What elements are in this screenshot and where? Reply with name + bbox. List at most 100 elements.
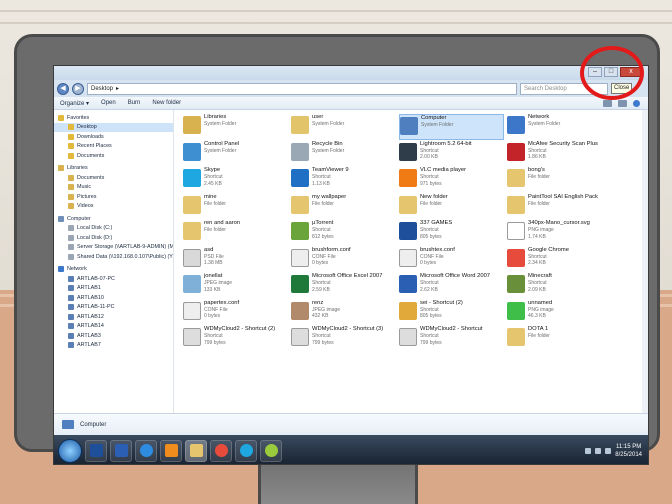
file-item[interactable]: 340px-Mano_cursor.svg PNG image 1.74 KB bbox=[507, 220, 612, 246]
sidebar-item[interactable]: Recent Places bbox=[54, 142, 173, 152]
file-item[interactable]: VLC media player Shortcut 971 bytes bbox=[399, 167, 504, 193]
file-name: WDMyCloud2 - Shortcut bbox=[420, 326, 483, 332]
sidebar-item[interactable]: Local Disk (C:) bbox=[54, 224, 173, 234]
file-item[interactable]: Minecraft Shortcut 2.09 KB bbox=[507, 273, 612, 299]
file-item[interactable]: DOTA 1 File folder bbox=[507, 326, 612, 352]
sidebar-item[interactable]: ARTLAB10 bbox=[54, 293, 173, 303]
file-name: Recycle Bin bbox=[312, 140, 343, 147]
taskbar-button[interactable] bbox=[85, 439, 107, 462]
file-item[interactable]: Microsoft Office Excel 2007 Shortcut 2.59 … bbox=[291, 273, 396, 299]
file-item[interactable]: Microsoft Office Word 2007 Shortcut 2.62 K… bbox=[399, 273, 504, 299]
file-item[interactable]: Skype Shortcut 2.45 KB bbox=[183, 167, 288, 193]
file-size: 799 bytes bbox=[312, 339, 334, 346]
file-item[interactable]: Control Panel System Folder bbox=[183, 141, 288, 167]
file-item[interactable]: Google Chrome Shortcut 2.34 KB bbox=[507, 247, 612, 273]
taskbar-button[interactable] bbox=[210, 439, 232, 462]
forward-icon[interactable]: ▶ bbox=[72, 82, 84, 95]
open-button[interactable]: Open bbox=[101, 100, 116, 106]
file-item[interactable]: WDMyCloud2 - Shortcut Shortcut 799 bytes bbox=[399, 326, 504, 352]
sidebar-group-computer[interactable]: Computer bbox=[54, 214, 173, 224]
taskbar-button[interactable] bbox=[260, 439, 282, 462]
taskbar-button[interactable] bbox=[110, 439, 132, 462]
start-button[interactable] bbox=[58, 438, 82, 463]
file-item[interactable]: mine File folder bbox=[183, 194, 288, 220]
file-name: Skype bbox=[204, 167, 221, 173]
burn-button[interactable]: Burn bbox=[128, 100, 141, 106]
address-bar[interactable]: Desktop ▸ bbox=[87, 82, 517, 95]
sidebar-item[interactable]: ARTLAB12 bbox=[54, 312, 173, 322]
sidebar-item[interactable]: Shared Data (\\192.168.0.107\Public) (Y:… bbox=[54, 252, 173, 262]
sidebar-item[interactable]: Downloads bbox=[54, 132, 173, 142]
file-item[interactable]: WDMyCloud2 - Shortcut (2) Shortcut 799 byt… bbox=[183, 326, 288, 352]
sidebar-item[interactable]: Pictures bbox=[54, 192, 173, 202]
help-icon[interactable] bbox=[633, 99, 640, 107]
sidebar-item[interactable]: ARTLAB7 bbox=[54, 341, 173, 351]
file-item[interactable]: PaintTool SAI English Pack File folder bbox=[507, 194, 612, 220]
taskbar-button[interactable] bbox=[185, 439, 207, 462]
back-icon[interactable]: ◀ bbox=[57, 82, 69, 95]
file-item[interactable]: user System Folder bbox=[291, 114, 396, 140]
window-titlebar[interactable]: – □ x bbox=[54, 66, 648, 80]
sidebar-item[interactable]: Music bbox=[54, 183, 173, 193]
file-item[interactable]: unnamed PNG image 46.3 KB bbox=[507, 300, 612, 326]
tray-arrow-icon[interactable] bbox=[585, 447, 592, 454]
sidebar-group-network[interactable]: Network bbox=[54, 265, 173, 275]
sidebar-item[interactable]: ARTLAB14 bbox=[54, 322, 173, 332]
screen: – □ x ◀ ▶ Desktop ▸ Search Desktop Close… bbox=[53, 65, 649, 465]
sidebar-item[interactable]: Documents bbox=[54, 151, 173, 161]
breadcrumb-chevron-icon[interactable]: ▸ bbox=[116, 84, 119, 94]
folder-icon bbox=[68, 193, 74, 200]
file-item[interactable]: New folder File folder bbox=[399, 194, 504, 220]
file-item[interactable]: WDMyCloud2 - Shortcut (3) Shortcut 799 byt… bbox=[291, 326, 396, 352]
file-item[interactable]: asd PSD File 1.38 MB bbox=[183, 247, 288, 273]
sidebar-item[interactable]: ARTLAB-11-PC bbox=[54, 303, 173, 313]
new-folder-button[interactable]: New folder bbox=[152, 100, 181, 106]
sidebar-item[interactable]: Documents bbox=[54, 173, 173, 183]
file-item[interactable]: Libraries System Folder bbox=[183, 114, 288, 140]
sidebar-item[interactable]: ARTLAB1 bbox=[54, 284, 173, 294]
file-item[interactable]: TeamViewer 9 Shortcut 1.13 KB bbox=[291, 167, 396, 193]
view-options-icon[interactable] bbox=[603, 99, 612, 107]
sidebar-item[interactable]: Videos bbox=[54, 202, 173, 212]
file-item[interactable]: bong's File folder bbox=[507, 167, 612, 193]
file-item[interactable]: Recycle Bin System Folder bbox=[291, 141, 396, 167]
sidebar-item[interactable]: Server Storage (\\ARTLAB-9-ADMIN) (M:) bbox=[54, 243, 173, 253]
file-item[interactable]: brushform.conf CONF File 0 bytes bbox=[291, 247, 396, 273]
clock[interactable]: 11:15 PM 8/25/2014 bbox=[615, 443, 642, 459]
sidebar-item[interactable]: Local Disk (D:) bbox=[54, 233, 173, 243]
file-size: 1.38 MB bbox=[204, 260, 223, 266]
preview-pane-icon[interactable] bbox=[618, 99, 627, 107]
file-item[interactable]: renz JPEG image 432 KB bbox=[291, 300, 396, 326]
sidebar-group-label: Network bbox=[67, 266, 87, 273]
breadcrumb-desktop[interactable]: Desktop bbox=[91, 84, 113, 94]
folder-icon bbox=[68, 184, 74, 191]
sidebar-group-favorites[interactable]: Favorites bbox=[54, 113, 173, 123]
file-item[interactable]: Network System Folder bbox=[507, 114, 612, 140]
sidebar-item[interactable]: ARTLAB-07-PC bbox=[54, 274, 173, 284]
taskbar-button[interactable] bbox=[235, 439, 257, 462]
file-item[interactable]: Lightroom 5.2 64-bit Shortcut 2.00 KB bbox=[399, 141, 504, 167]
address-row: ◀ ▶ Desktop ▸ Search Desktop Close bbox=[54, 80, 648, 97]
file-name: 340px-Mano_cursor.svg bbox=[528, 220, 590, 226]
file-item[interactable]: Computer System Folder bbox=[399, 114, 504, 140]
file-item[interactable]: jonellat JPEG image 133 KB bbox=[183, 273, 288, 299]
file-item[interactable]: brushtex.conf CONF File 0 bytes bbox=[399, 247, 504, 273]
file-item[interactable]: papertex.conf CONF File 0 bytes bbox=[183, 300, 288, 326]
volume-icon[interactable] bbox=[605, 447, 612, 454]
file-item[interactable]: McAfee Security Scan Plus Shortcut 1.86 KB bbox=[507, 141, 612, 167]
file-item[interactable]: my wallpaper File folder bbox=[291, 194, 396, 220]
file-item[interactable]: 337 GAMES Shortcut 805 bytes bbox=[399, 220, 504, 246]
sidebar-group-libraries[interactable]: Libraries bbox=[54, 164, 173, 174]
taskbar-button[interactable] bbox=[160, 439, 182, 462]
file-item[interactable]: sei - Shortcut (2) Shortcut 805 bytes bbox=[399, 300, 504, 326]
word-icon bbox=[399, 275, 417, 293]
organize-button[interactable]: Organize ▾ bbox=[60, 100, 89, 107]
taskbar-button[interactable] bbox=[135, 439, 157, 462]
file-item[interactable]: ren and aaron File folder bbox=[183, 220, 288, 246]
file-item[interactable]: µTorrent Shortcut 812 bytes bbox=[291, 220, 396, 246]
scrollbar[interactable] bbox=[642, 110, 648, 413]
sidebar-item[interactable]: Desktop bbox=[54, 122, 173, 132]
sidebar-item[interactable]: ARTLAB3 bbox=[54, 331, 173, 341]
network-status-icon[interactable] bbox=[595, 447, 602, 454]
computer-icon bbox=[400, 117, 418, 135]
